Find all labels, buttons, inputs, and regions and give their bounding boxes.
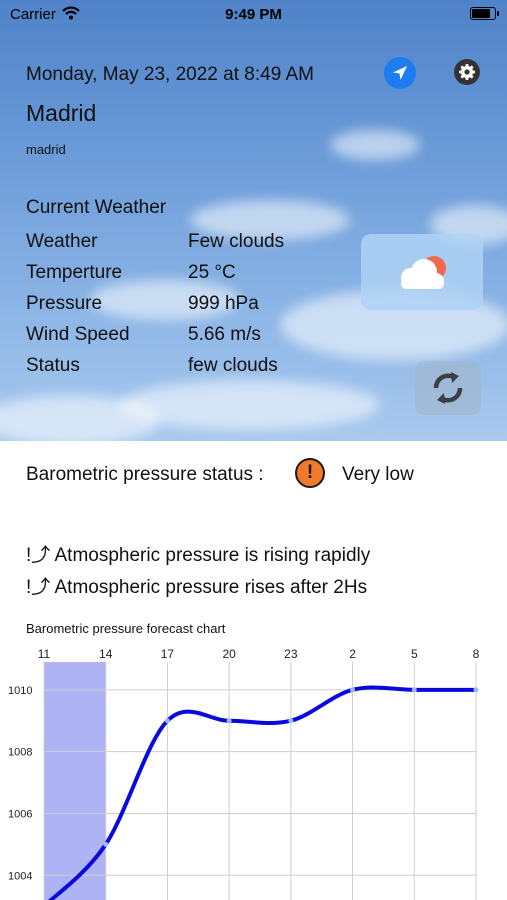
refresh-icon (433, 372, 463, 404)
data-point (164, 718, 170, 724)
gear-icon (459, 64, 475, 80)
pressure-trend-line: !⤴ Atmospheric pressure is rising rapidl… (26, 545, 371, 566)
x-tick-label: 5 (411, 647, 418, 661)
data-point (103, 841, 109, 847)
data-point (473, 687, 479, 693)
battery-icon (470, 7, 499, 20)
weather-label: Weather (26, 231, 98, 252)
x-tick-label: 2 (349, 647, 356, 661)
y-tick-label: 1010 (8, 685, 32, 697)
weather-icon-card (361, 234, 483, 310)
x-tick-label: 8 (473, 647, 480, 661)
date-time-label: Monday, May 23, 2022 at 8:49 AM (26, 64, 314, 85)
sun-behind-cloud-icon (401, 256, 446, 289)
x-tick-label: 20 (222, 647, 236, 661)
location-arrow-icon (393, 66, 407, 80)
refresh-button[interactable] (415, 361, 481, 415)
data-point (226, 718, 232, 724)
barometric-status-value: Very low (342, 464, 414, 485)
status-label: Status (26, 355, 80, 376)
temperature-label: Temperture (26, 262, 123, 283)
forecast-highlight-band (44, 662, 106, 900)
x-tick-label: 11 (38, 647, 51, 661)
pressure-label: Pressure (26, 293, 103, 314)
city-name: Madrid (26, 100, 97, 126)
temperature-value: 25 °C (188, 262, 236, 283)
wind-speed-value: 5.66 m/s (188, 324, 261, 345)
chart-title: Barometric pressure forecast chart (26, 621, 226, 636)
settings-button[interactable] (454, 59, 480, 85)
current-weather-title: Current Weather (26, 197, 167, 218)
pressure-trend-line: !⤴ Atmospheric pressure rises after 2Hs (26, 577, 368, 598)
pressure-value: 999 hPa (188, 293, 259, 314)
pressure-forecast-chart: 11 14 17 20 23 2 5 8 1010 1008 1006 1004 (8, 647, 480, 900)
weather-value: Few clouds (188, 231, 285, 252)
exclamation-circle-icon: ! (295, 458, 325, 488)
status-value: few clouds (188, 355, 278, 376)
y-tick-label: 1006 (8, 808, 32, 820)
data-point (288, 718, 294, 724)
y-tick-label: 1008 (8, 747, 32, 759)
x-tick-label: 17 (161, 647, 175, 661)
data-point (350, 687, 356, 693)
x-tick-label: 23 (284, 647, 298, 661)
data-point (411, 687, 417, 693)
location-button[interactable] (384, 57, 416, 89)
status-time: 9:49 PM (225, 6, 282, 23)
status-bar: Carrier 9:49 PM (0, 0, 507, 30)
x-tick-label: 14 (99, 647, 113, 661)
wind-speed-label: Wind Speed (26, 324, 130, 345)
city-subtitle: madrid (26, 142, 66, 157)
pressure-series-line (47, 685, 478, 900)
y-tick-label: 1004 (8, 870, 32, 882)
barometric-status-label: Barometric pressure status : (26, 464, 264, 485)
